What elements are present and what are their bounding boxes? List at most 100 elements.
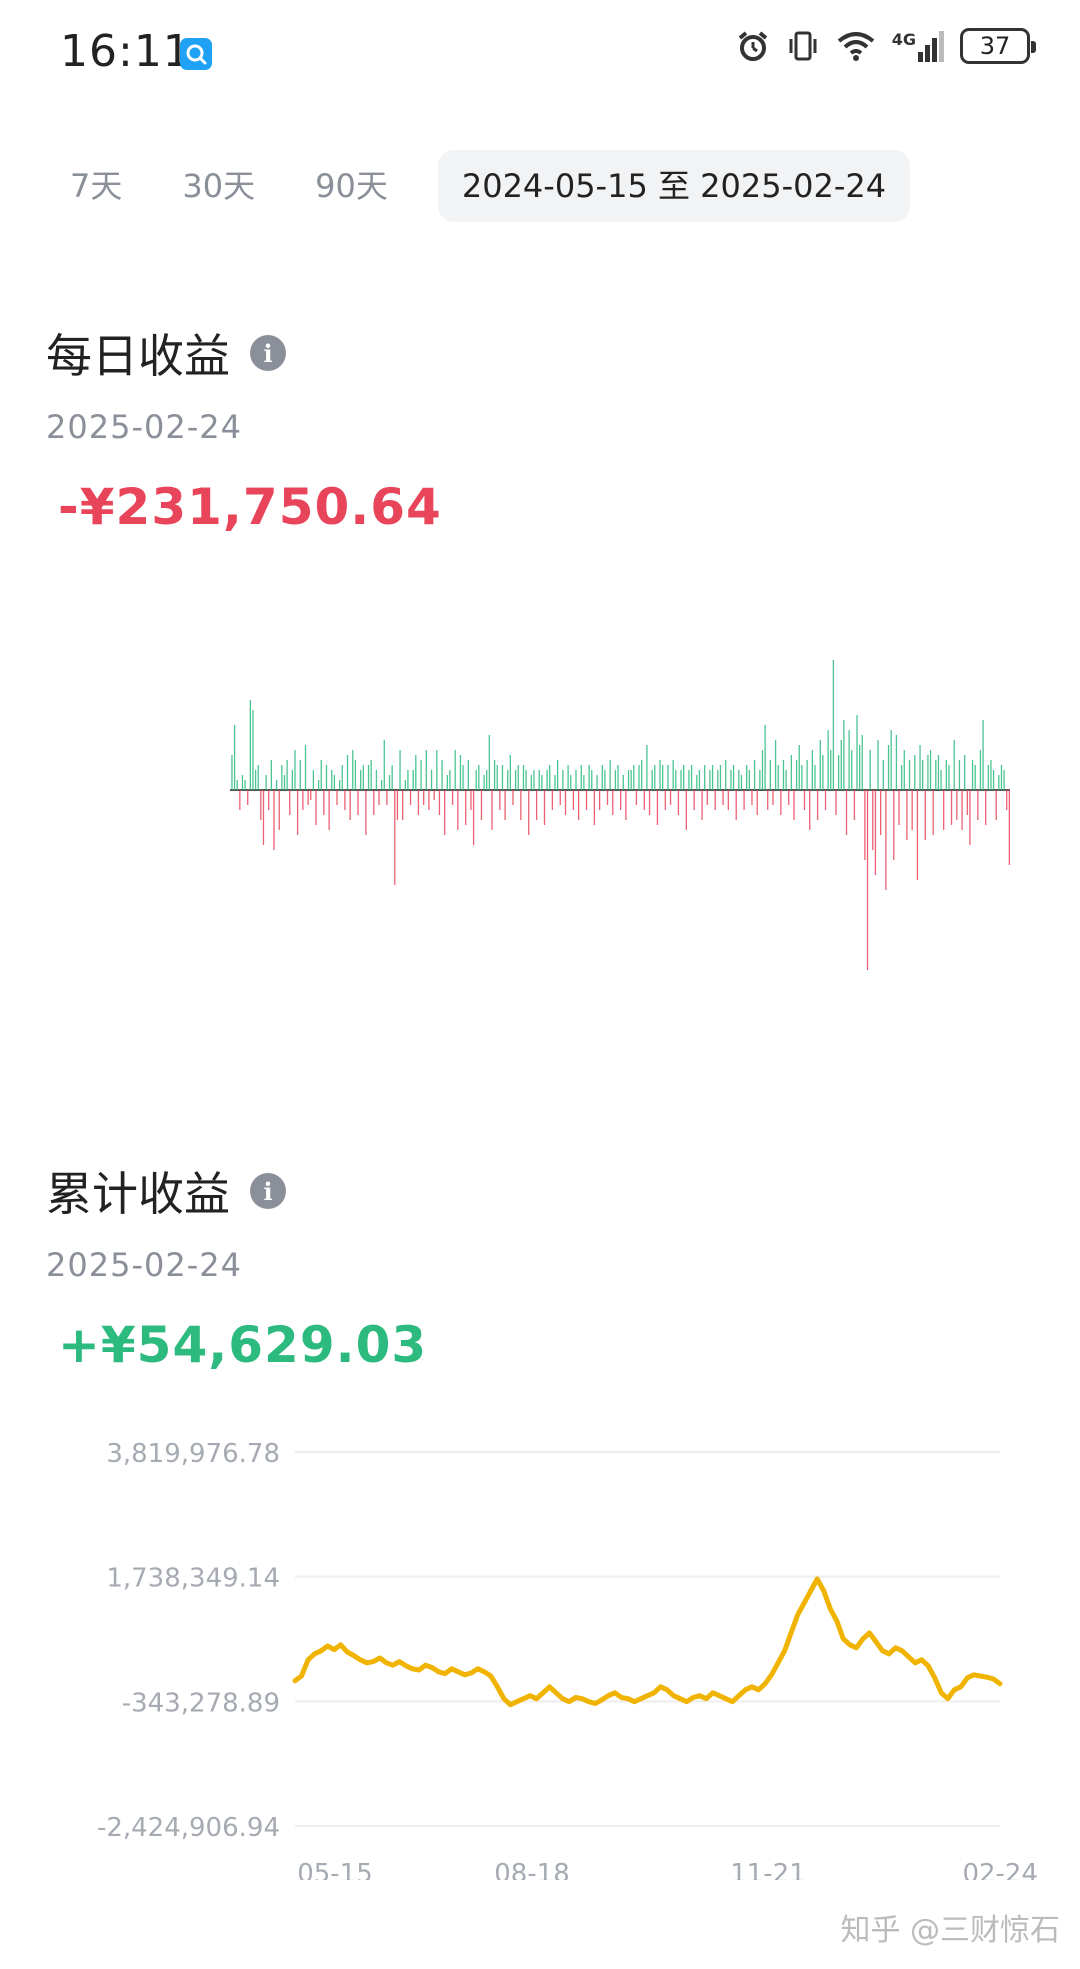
daily-bar (998, 775, 1000, 790)
daily-bar (790, 755, 793, 790)
daily-bar (310, 790, 312, 800)
daily-bar (606, 790, 609, 805)
daily-bar (641, 760, 643, 790)
wifi-icon (836, 29, 876, 63)
daily-bar (901, 765, 903, 790)
daily-bar (549, 765, 551, 790)
daily-bar (977, 790, 979, 820)
daily-bar (887, 745, 890, 790)
daily-bar (877, 740, 879, 790)
daily-bar (567, 765, 569, 790)
daily-bar (688, 770, 690, 790)
daily-bar (436, 750, 438, 790)
daily-bar (241, 775, 244, 790)
daily-bar (556, 760, 559, 790)
daily-bar (816, 790, 819, 820)
daily-bar (333, 775, 336, 790)
daily-bar (966, 790, 968, 815)
daily-bar (530, 775, 533, 790)
daily-bar (643, 790, 645, 810)
daily-bar (714, 790, 716, 810)
daily-bar (948, 765, 950, 790)
daily-bar (583, 775, 585, 790)
daily-bar (291, 770, 294, 790)
daily-bar (882, 760, 884, 790)
daily-bar (336, 790, 338, 805)
daily-bar (620, 790, 622, 810)
daily-bar (985, 790, 987, 825)
daily-bar (612, 790, 614, 815)
daily-bar (990, 760, 992, 790)
daily-bar (383, 740, 385, 790)
tab-7-days[interactable]: 7天 (40, 150, 152, 222)
daily-bar (538, 770, 540, 790)
daily-bar (504, 790, 506, 820)
daily-bar (367, 765, 370, 790)
daily-bar (609, 760, 611, 790)
daily-bar (299, 760, 301, 790)
daily-bar (704, 765, 706, 790)
daily-bar (491, 790, 493, 830)
daily-bar (929, 750, 932, 790)
signal-icon: 4G (892, 30, 944, 62)
daily-bar (654, 765, 656, 790)
daily-bar (635, 790, 638, 805)
daily-bar (719, 765, 722, 790)
daily-bar (501, 765, 504, 790)
daily-bar (809, 790, 811, 830)
daily-bar (735, 790, 737, 820)
daily-bar (270, 760, 273, 790)
daily-bar (730, 770, 732, 790)
tab-custom-range[interactable]: 2024-05-15 至 2025-02-24 (437, 150, 911, 222)
daily-bar (360, 770, 362, 790)
y-tick-label: 3,819,976.78 (106, 1439, 280, 1469)
daily-bar (751, 790, 753, 805)
daily-bar (281, 765, 283, 790)
daily-bar (470, 790, 472, 810)
tab-90-days[interactable]: 90天 (285, 150, 418, 222)
cumulative-value: +¥54,629.03 (58, 1316, 428, 1374)
daily-bar (858, 745, 861, 790)
daily-bar (451, 790, 454, 805)
daily-bar (840, 740, 842, 790)
info-icon[interactable]: i (250, 1173, 286, 1209)
daily-bar (780, 790, 782, 815)
daily-bar (811, 750, 814, 790)
daily-bar (423, 790, 425, 805)
daily-bar (690, 765, 693, 790)
daily-bar (268, 790, 270, 810)
daily-bar (580, 765, 582, 790)
daily-bar (648, 790, 651, 815)
daily-bar (341, 765, 343, 790)
daily-bar (493, 760, 496, 790)
cumulative-title: 累计收益 (46, 1167, 230, 1221)
daily-bar (507, 770, 509, 790)
daily-bar (746, 765, 748, 790)
daily-bar (517, 765, 519, 790)
daily-bar (667, 765, 669, 790)
daily-bar (307, 790, 309, 805)
status-time: 16:11 (60, 26, 192, 77)
daily-bar (1006, 790, 1008, 810)
daily-bar (940, 770, 942, 790)
tab-30-days[interactable]: 30天 (152, 150, 285, 222)
cumulative-date: 2025-02-24 (46, 1246, 242, 1284)
daily-bar (346, 755, 349, 790)
daily-bar (669, 790, 672, 805)
daily-bar (677, 790, 680, 815)
daily-bar (772, 790, 774, 805)
daily-bar (546, 770, 548, 790)
daily-bar (438, 790, 441, 815)
daily-bar (864, 790, 866, 860)
cumulative-line-chart[interactable]: 3,819,976.78 1,738,349.14 -343,278.89 -2,42… (0, 1420, 1080, 1880)
daily-bar (554, 775, 556, 790)
x-tick-label: 08-18 (494, 1859, 570, 1880)
info-icon[interactable]: i (250, 335, 286, 371)
range-tabs: 7天 30天 90天 2024-05-15 至 2025-02-24 (40, 150, 911, 222)
daily-bar (874, 790, 877, 875)
daily-bar-chart[interactable] (230, 620, 1010, 980)
alarm-icon (736, 29, 770, 63)
daily-bar (908, 760, 911, 790)
daily-bar (822, 755, 824, 790)
daily-bar (961, 790, 963, 830)
